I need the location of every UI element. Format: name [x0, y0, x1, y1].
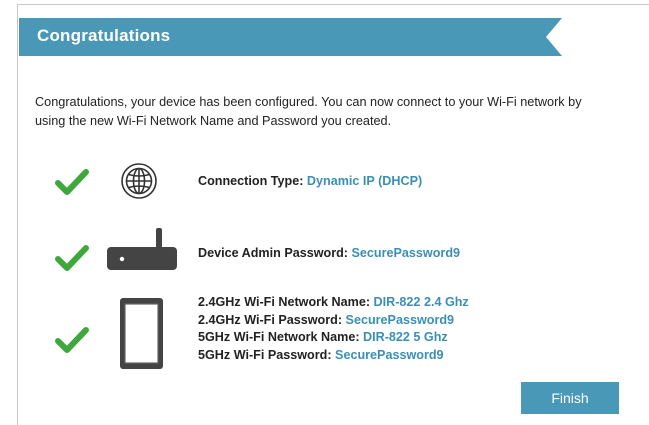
connection-type-row: Connection Type: Dynamic IP (DHCP) — [198, 174, 422, 188]
wifi-24-password-value: SecurePassword9 — [345, 312, 455, 327]
wifi-5-name-line: 5GHz Wi-Fi Network Name: DIR-822 5 Ghz — [198, 329, 469, 347]
wifi-24-name-value: DIR-822 2.4 Ghz — [373, 295, 469, 309]
wifi-24-password-line: 2.4GHz Wi-Fi Password: SecurePassword9 — [198, 312, 469, 330]
wifi-5-name-label: 5GHz Wi-Fi Network Name: — [198, 330, 360, 344]
finish-button[interactable]: Finish — [521, 382, 619, 414]
intro-text: Congratulations, your device has been co… — [35, 95, 582, 128]
admin-password-row: Device Admin Password: SecurePassword9 — [198, 246, 460, 260]
wifi-5-password-line: 5GHz Wi-Fi Password: SecurePassword9 — [198, 347, 469, 365]
wifi-24-name-line: 2.4GHz Wi-Fi Network Name: DIR-822 2.4 G… — [198, 294, 469, 312]
connection-type-value: Dynamic IP (DHCP) — [306, 174, 423, 188]
wifi-24-password-label: 2.4GHz Wi-Fi Password: — [198, 312, 343, 327]
wifi-details: 2.4GHz Wi-Fi Network Name: DIR-822 2.4 G… — [198, 294, 469, 364]
title-banner: Congratulations — [19, 18, 562, 56]
check-icon — [55, 244, 89, 277]
router-icon — [105, 228, 179, 277]
wifi-5-password-value: SecurePassword9 — [335, 347, 444, 362]
admin-password-label: Device Admin Password: — [198, 246, 349, 260]
wifi-5-password-label: 5GHz Wi-Fi Password: — [198, 347, 332, 362]
wifi-24-name-label: 2.4GHz Wi-Fi Network Name: — [198, 295, 371, 309]
check-icon — [55, 168, 89, 201]
admin-password-value: SecurePassword9 — [351, 246, 461, 260]
connection-type-label: Connection Type: — [198, 174, 304, 188]
page-title: Congratulations — [37, 26, 171, 45]
tablet-icon — [119, 297, 165, 376]
check-icon — [55, 326, 89, 359]
wifi-5-name-value: DIR-822 5 Ghz — [363, 330, 448, 344]
globe-icon — [120, 162, 158, 205]
